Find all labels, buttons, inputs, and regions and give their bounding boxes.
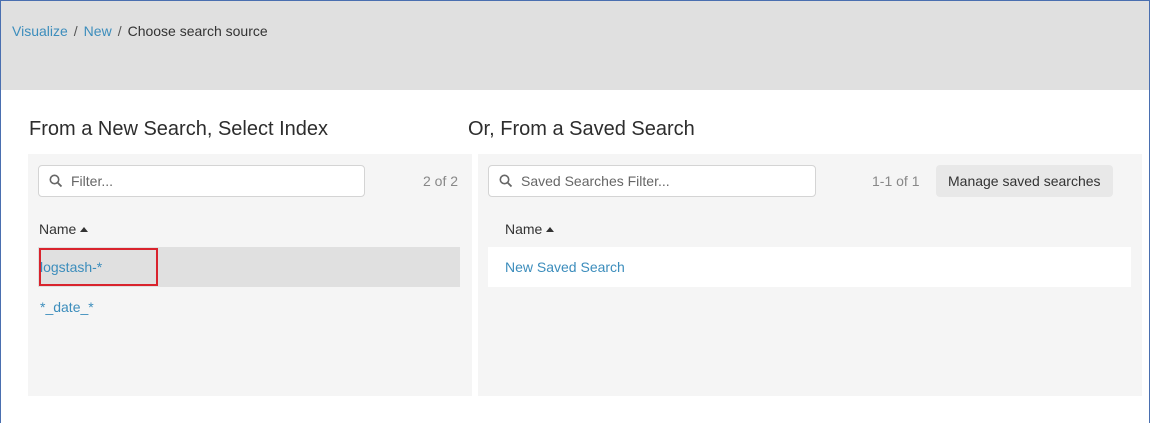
index-count: 2 of 2 bbox=[423, 173, 459, 189]
index-row[interactable]: *_date_* bbox=[38, 287, 460, 327]
saved-search-row[interactable]: New Saved Search bbox=[488, 247, 1131, 287]
saved-search-title: Or, From a Saved Search bbox=[468, 118, 695, 140]
column-header-label: Name bbox=[505, 221, 543, 237]
selection-highlight-box bbox=[39, 248, 158, 286]
manage-saved-searches-button[interactable]: Manage saved searches bbox=[936, 165, 1113, 197]
saved-search-filter-box[interactable] bbox=[488, 165, 816, 197]
breadcrumb: Visualize / New / Choose search source bbox=[12, 23, 268, 39]
new-search-title: From a New Search, Select Index bbox=[29, 118, 329, 140]
sort-ascending-icon bbox=[546, 227, 555, 232]
search-icon bbox=[49, 174, 63, 188]
column-header-label: Name bbox=[39, 221, 77, 237]
index-pattern-link[interactable]: *_date_* bbox=[38, 299, 94, 315]
breadcrumb-separator: / bbox=[117, 23, 122, 39]
saved-search-count: 1-1 of 1 bbox=[872, 173, 920, 189]
index-name-column-header[interactable]: Name bbox=[39, 221, 89, 237]
saved-search-link[interactable]: New Saved Search bbox=[488, 259, 625, 275]
saved-search-panel: 1-1 of 1 Manage saved searches Name New … bbox=[478, 154, 1142, 396]
breadcrumb-current: Choose search source bbox=[127, 23, 268, 39]
index-filter-box[interactable] bbox=[38, 165, 365, 197]
saved-search-name-column-header[interactable]: Name bbox=[505, 221, 555, 237]
saved-search-filter-input[interactable] bbox=[519, 172, 776, 190]
breadcrumb-visualize-link[interactable]: Visualize bbox=[12, 23, 68, 39]
top-bar: Visualize / New / Choose search source bbox=[1, 1, 1149, 90]
index-filter-input[interactable] bbox=[69, 172, 325, 190]
search-icon bbox=[499, 174, 513, 188]
sort-ascending-icon bbox=[80, 227, 89, 232]
breadcrumb-new-link[interactable]: New bbox=[84, 23, 112, 39]
breadcrumb-separator: / bbox=[73, 23, 78, 39]
